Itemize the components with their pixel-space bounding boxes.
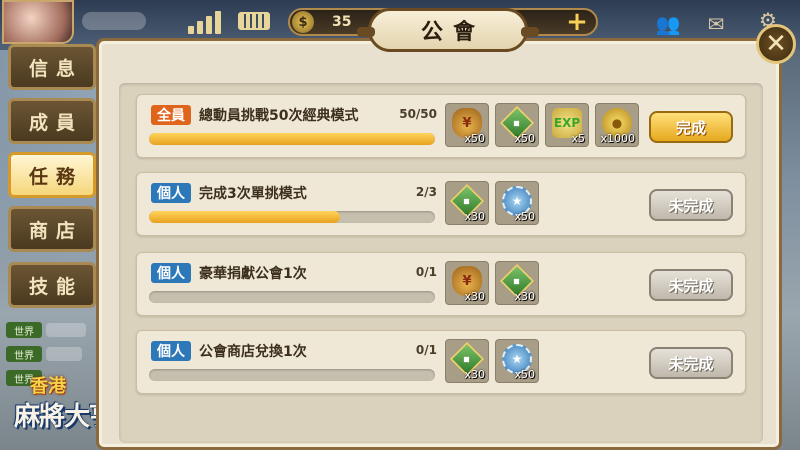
- tab-tasks[interactable]: 任務: [8, 152, 96, 198]
- task-progress-fill: [149, 211, 340, 223]
- task-scope-badge: 個人: [151, 263, 191, 283]
- player-name-plate: [82, 12, 146, 30]
- task-progress-text: 2/3: [415, 185, 437, 199]
- dialog-title: 公會: [420, 20, 485, 45]
- task-name: 公會商店兌換1次: [199, 344, 307, 360]
- task-row: 個人 公會商店兌換1次 0/1 ◆ x30 ★ x50 未完成: [136, 330, 746, 394]
- reward-item[interactable]: ¥ x30: [445, 261, 489, 305]
- task-progress-text: 0/1: [415, 343, 437, 357]
- claim-reward-button[interactable]: 完成: [649, 111, 733, 143]
- chat-line: [46, 347, 82, 361]
- task-progress-text: 50/50: [399, 107, 437, 121]
- reward-count: x50: [464, 132, 485, 145]
- mail-icon[interactable]: ✉: [700, 12, 732, 36]
- reward-item[interactable]: EXP x5: [545, 103, 589, 147]
- tab-members[interactable]: 成員: [8, 98, 96, 144]
- close-button[interactable]: ✕: [756, 24, 796, 64]
- reward-item[interactable]: ◆ x30: [445, 339, 489, 383]
- tab-label: 成員: [28, 111, 83, 134]
- friends-icon[interactable]: 👥: [652, 12, 684, 36]
- reward-count: x5: [571, 132, 585, 145]
- reward-item[interactable]: ◆ x30: [495, 261, 539, 305]
- reward-count: x30: [464, 368, 485, 381]
- task-name: 完成3次單挑模式: [199, 186, 307, 202]
- tab-label: 信息: [28, 57, 83, 80]
- dialog-title-plate: 公會: [357, 8, 539, 52]
- reward-item[interactable]: ★ x50: [495, 181, 539, 225]
- task-scope-badge: 全員: [151, 105, 191, 125]
- currency-icon: $: [292, 11, 314, 33]
- player-avatar[interactable]: [2, 0, 74, 44]
- signal-icon: [188, 10, 224, 34]
- tab-shop[interactable]: 商店: [8, 206, 96, 252]
- task-incomplete-button[interactable]: 未完成: [649, 269, 733, 301]
- game-logo-subtitle: 香港: [30, 376, 66, 397]
- chat-line: [46, 323, 86, 337]
- tab-label: 商店: [28, 219, 83, 242]
- tab-skills[interactable]: 技能: [8, 262, 96, 308]
- reward-count: x1000: [600, 132, 635, 145]
- task-progress-bar: [149, 211, 435, 223]
- task-scope-badge: 個人: [151, 183, 191, 203]
- tab-label: 任務: [28, 165, 83, 188]
- tab-info[interactable]: 信息: [8, 44, 96, 90]
- reward-count: x30: [464, 210, 485, 223]
- reward-count: x30: [464, 290, 485, 303]
- task-name: 豪華捐獻公會1次: [199, 266, 307, 282]
- reward-item[interactable]: ¥ x50: [445, 103, 489, 147]
- task-scope-badge: 個人: [151, 341, 191, 361]
- task-incomplete-button[interactable]: 未完成: [649, 189, 733, 221]
- task-progress-bar: [149, 369, 435, 381]
- chat-channel-tag: 世界: [6, 322, 42, 338]
- add-coins-button[interactable]: +: [562, 7, 592, 37]
- chat-channel-tag: 世界: [6, 346, 42, 362]
- task-row: 個人 豪華捐獻公會1次 0/1 ¥ x30 ◆ x30 未完成: [136, 252, 746, 316]
- task-progress-fill: [149, 133, 435, 145]
- reward-item[interactable]: ◆ x50: [495, 103, 539, 147]
- coin-balance-value: 35: [332, 14, 352, 30]
- task-incomplete-button[interactable]: 未完成: [649, 347, 733, 379]
- tab-label: 技能: [28, 275, 83, 298]
- reward-item[interactable]: ★ x50: [495, 339, 539, 383]
- task-progress-bar: [149, 133, 435, 145]
- task-progress-text: 0/1: [415, 265, 437, 279]
- battery-icon: [238, 12, 270, 30]
- reward-count: x50: [514, 132, 535, 145]
- task-progress-bar: [149, 291, 435, 303]
- reward-count: x50: [514, 210, 535, 223]
- reward-item[interactable]: ◆ x30: [445, 181, 489, 225]
- reward-count: x50: [514, 368, 535, 381]
- task-row: 個人 完成3次單挑模式 2/3 ◆ x30 ★ x50 未完成: [136, 172, 746, 236]
- task-row: 全員 總動員挑戰50次經典模式 50/50 ¥ x50 ◆ x50 EXP x5 ● x1000 完成: [136, 94, 746, 158]
- task-name: 總動員挑戰50次經典模式: [199, 108, 359, 124]
- reward-item[interactable]: ● x1000: [595, 103, 639, 147]
- reward-count: x30: [514, 290, 535, 303]
